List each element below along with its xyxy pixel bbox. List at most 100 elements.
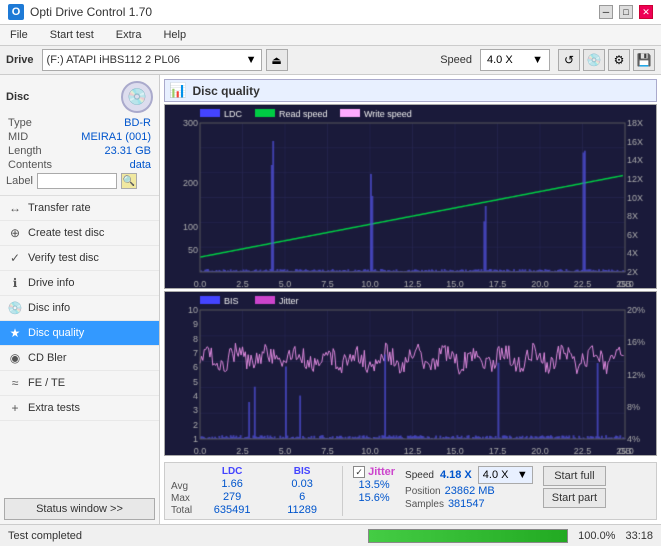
bis-avg: 0.03 — [272, 478, 332, 490]
toolbar-icons: ↺ 💿 ⚙ 💾 — [558, 49, 655, 71]
ldc-header: LDC — [202, 466, 262, 477]
menu-file[interactable]: File — [4, 27, 34, 43]
close-button[interactable]: ✕ — [639, 5, 653, 19]
disc-quality-icon: ★ — [8, 326, 22, 340]
ldc-avg: 1.66 — [202, 478, 262, 490]
save-button[interactable]: 💾 — [633, 49, 655, 71]
menu-extra[interactable]: Extra — [110, 27, 148, 43]
refresh-button[interactable]: ↺ — [558, 49, 580, 71]
minimize-button[interactable]: ─ — [599, 5, 613, 19]
start-part-button[interactable]: Start part — [543, 488, 606, 508]
verify-test-disc-icon: ✓ — [8, 251, 22, 265]
label-edit-button[interactable]: 🔍 — [121, 173, 137, 189]
sidebar-item-disc-info[interactable]: 💿 Disc info — [0, 296, 159, 321]
eject-button[interactable]: ⏏ — [266, 49, 288, 71]
titlebar-controls[interactable]: ─ □ ✕ — [599, 5, 653, 19]
speed-row: Speed 4.18 X 4.0 X ▼ — [405, 466, 533, 484]
chart-title: Disc quality — [192, 84, 259, 98]
speed-stat-label: Speed — [405, 470, 434, 481]
menu-start-test[interactable]: Start test — [44, 27, 100, 43]
disc-info-panel: Disc 💿 Type BD-R MID MEIRA1 (001) Length… — [0, 75, 159, 196]
speed-select[interactable]: 4.0 X ▼ — [478, 466, 533, 484]
progress-percent: 100.0% — [578, 530, 615, 542]
main-content: Disc 💿 Type BD-R MID MEIRA1 (001) Length… — [0, 75, 661, 524]
bis-header: BIS — [272, 466, 332, 477]
drive-info-icon: ℹ — [8, 276, 22, 290]
disc-info-header: Disc 💿 — [6, 81, 153, 113]
status-text: Test completed — [8, 530, 358, 542]
start-full-button[interactable]: Start full — [543, 466, 606, 486]
speed-dropdown[interactable]: 4.0 X ▼ — [480, 49, 550, 71]
sidebar-item-fe-te[interactable]: ≈ FE / TE — [0, 371, 159, 396]
disc-button[interactable]: 💿 — [583, 49, 605, 71]
ldc-total: 635491 — [202, 504, 262, 516]
contents-label: Contents — [8, 159, 52, 171]
sidebar-item-cd-bler[interactable]: ◉ CD Bler — [0, 346, 159, 371]
sidebar-item-extra-tests[interactable]: + Extra tests — [0, 396, 159, 421]
left-panel: Disc 💿 Type BD-R MID MEIRA1 (001) Length… — [0, 75, 160, 524]
speed-stat-value: 4.18 X — [440, 469, 472, 481]
fe-te-icon: ≈ — [8, 376, 22, 390]
speed-section: Speed 4.18 X 4.0 X ▼ Position 23862 MB S… — [405, 466, 533, 510]
sidebar-item-disc-quality[interactable]: ★ Disc quality — [0, 321, 159, 346]
length-value: 23.31 GB — [105, 145, 151, 157]
top-chart — [164, 104, 657, 289]
jitter-label: Jitter — [368, 466, 395, 478]
app-title: Opti Drive Control 1.70 — [30, 5, 152, 19]
disc-type-row: Type BD-R — [6, 117, 153, 129]
action-buttons: Start full Start part — [543, 466, 606, 508]
maximize-button[interactable]: □ — [619, 5, 633, 19]
right-panel: 📊 Disc quality Avg Max Total — [160, 75, 661, 524]
sidebar-item-transfer-rate[interactable]: ↔ Transfer rate — [0, 196, 159, 221]
disc-mid-row: MID MEIRA1 (001) — [6, 131, 153, 143]
titlebar-left: O Opti Drive Control 1.70 — [8, 4, 152, 20]
stats-divider — [342, 466, 343, 516]
position-value: 23862 MB — [445, 485, 495, 497]
jitter-check[interactable]: ✓ Jitter — [353, 466, 395, 478]
status-bar: Test completed 100.0% 33:18 — [0, 524, 661, 546]
speed-value: 4.0 X — [487, 54, 513, 66]
menu-help[interactable]: Help — [157, 27, 192, 43]
sidebar-item-verify-test-disc[interactable]: ✓ Verify test disc — [0, 246, 159, 271]
ldc-max: 279 — [202, 491, 262, 503]
speed-select-arrow: ▼ — [517, 469, 528, 481]
samples-row: Samples 381547 — [405, 498, 533, 510]
total-row-label: Total — [171, 505, 192, 516]
bis-total: 11289 — [272, 504, 332, 516]
sidebar-item-drive-info[interactable]: ℹ Drive info — [0, 271, 159, 296]
elapsed-time: 33:18 — [625, 530, 653, 542]
bottom-chart — [164, 291, 657, 456]
app-icon: O — [8, 4, 24, 20]
chart-header: 📊 Disc quality — [164, 79, 657, 102]
settings-button[interactable]: ⚙ — [608, 49, 630, 71]
length-label: Length — [8, 145, 42, 157]
chevron-down-icon-speed: ▼ — [532, 54, 543, 66]
chart-header-icon: 📊 — [169, 82, 186, 99]
nav-label-transfer-rate: Transfer rate — [28, 202, 91, 214]
samples-label: Samples — [405, 499, 444, 510]
create-test-disc-icon: ⊕ — [8, 226, 22, 240]
bis-col: BIS 0.03 6 11289 — [272, 466, 332, 516]
charts-container — [164, 104, 657, 462]
transfer-rate-icon: ↔ — [8, 201, 22, 215]
mid-value: MEIRA1 (001) — [81, 131, 151, 143]
drive-dropdown[interactable]: (F:) ATAPI iHBS112 2 PL06 ▼ — [42, 49, 262, 71]
chevron-down-icon: ▼ — [246, 54, 257, 66]
nav-label-create-test-disc: Create test disc — [28, 227, 104, 239]
status-window-button[interactable]: Status window >> — [4, 498, 155, 520]
drive-select-area: (F:) ATAPI iHBS112 2 PL06 ▼ ⏏ — [42, 49, 433, 71]
label-label: Label — [6, 175, 33, 187]
jitter-checkbox[interactable]: ✓ — [353, 466, 365, 478]
jitter-max: 15.6% — [353, 492, 395, 504]
extra-tests-icon: + — [8, 401, 22, 415]
sidebar-item-create-test-disc[interactable]: ⊕ Create test disc — [0, 221, 159, 246]
progress-fill — [369, 530, 567, 542]
label-input[interactable] — [37, 173, 117, 189]
position-label: Position — [405, 486, 441, 497]
nav-label-cd-bler: CD Bler — [28, 352, 67, 364]
type-value: BD-R — [124, 117, 151, 129]
ldc-col: LDC 1.66 279 635491 — [202, 466, 262, 516]
cd-bler-icon: ◉ — [8, 351, 22, 365]
samples-value: 381547 — [448, 498, 485, 510]
drive-value: (F:) ATAPI iHBS112 2 PL06 — [47, 54, 180, 66]
